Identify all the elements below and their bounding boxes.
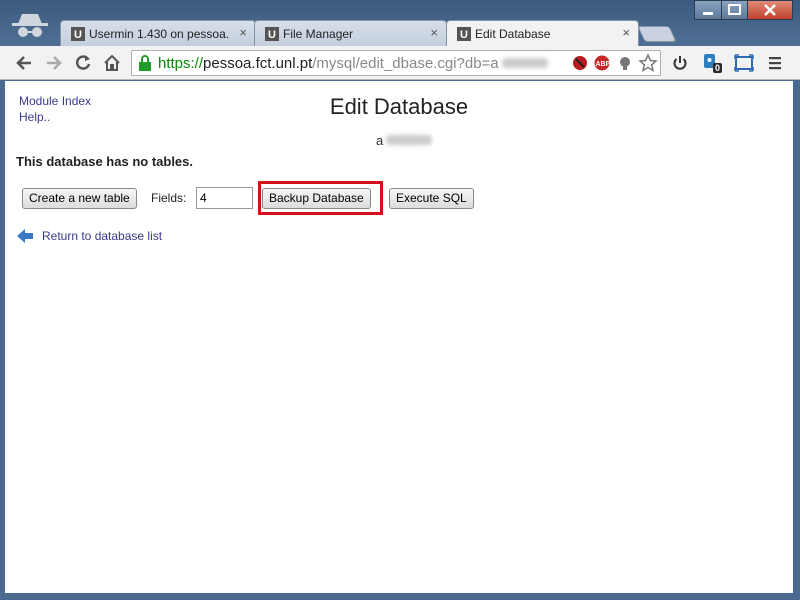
blocked-icon[interactable] — [572, 55, 588, 71]
adblock-icon[interactable]: ABP — [594, 55, 610, 71]
maximize-icon — [728, 4, 741, 15]
close-icon — [764, 4, 776, 16]
svg-text:U: U — [268, 29, 276, 41]
execute-sql-button[interactable]: Execute SQL — [389, 188, 474, 209]
back-icon[interactable] — [14, 53, 34, 73]
title-bar: U Usermin 1.430 on pessoa. × U File Mana… — [0, 0, 800, 47]
fields-input[interactable] — [196, 187, 253, 209]
star-icon[interactable] — [638, 53, 658, 73]
lock-icon — [139, 55, 151, 71]
url-text: https://pessoa.fct.unl.pt/mysql/edit_dba… — [158, 55, 548, 72]
home-icon[interactable] — [102, 53, 122, 73]
close-window-button[interactable] — [747, 0, 793, 20]
highlight-box — [258, 181, 383, 215]
tab-edit-database[interactable]: U Edit Database × — [446, 20, 639, 47]
browser-window: U Usermin 1.430 on pessoa. × U File Mana… — [0, 0, 800, 600]
url-host: pessoa.fct.unl.pt — [203, 55, 313, 72]
extension-badge-count: 0 — [713, 63, 723, 73]
return-row: Return to database list — [16, 228, 162, 249]
no-tables-message: This database has no tables. — [16, 154, 193, 169]
fullscreen-icon[interactable] — [734, 54, 754, 72]
power-icon[interactable] — [671, 54, 689, 72]
url-scheme: https:// — [158, 55, 204, 72]
usermin-favicon-icon: U — [457, 27, 471, 41]
create-table-button[interactable]: Create a new table — [22, 188, 137, 209]
close-tab-icon[interactable]: × — [239, 25, 247, 40]
return-link[interactable]: Return to database list — [42, 229, 162, 243]
usermin-favicon-icon: U — [71, 27, 85, 41]
forward-icon[interactable] — [44, 53, 64, 73]
menu-icon[interactable] — [767, 55, 783, 71]
extension-bulb-icon[interactable] — [617, 55, 633, 71]
tab-label: File Manager — [283, 27, 354, 41]
fields-label: Fields: — [151, 191, 187, 205]
tab-file-manager[interactable]: U File Manager × — [254, 20, 447, 46]
svg-text:ABP: ABP — [596, 61, 611, 68]
usermin-favicon-icon: U — [265, 27, 279, 41]
reload-icon[interactable] — [73, 53, 93, 73]
database-name-prefix: a — [376, 133, 384, 148]
tab-label: Edit Database — [475, 27, 551, 41]
minimize-icon — [703, 12, 713, 15]
page-content: Module Index Help.. Edit Database a This… — [5, 81, 793, 593]
tab-usermin[interactable]: U Usermin 1.430 on pessoa. × — [60, 20, 256, 46]
new-tab-button[interactable] — [637, 26, 677, 42]
svg-text:U: U — [74, 29, 82, 41]
url-path: /mysql/edit_dbase.cgi?db=a — [312, 55, 499, 72]
minimize-button[interactable] — [694, 0, 722, 20]
database-name: a — [376, 133, 433, 148]
page-title: Edit Database — [329, 94, 469, 119]
back-arrow-icon[interactable] — [16, 228, 34, 244]
redacted-text — [501, 58, 548, 68]
tab-label: Usermin 1.430 on pessoa. — [89, 27, 229, 41]
extension-badge-icon[interactable]: 0 — [702, 53, 726, 77]
incognito-icon — [12, 14, 48, 37]
svg-text:U: U — [460, 29, 468, 41]
maximize-button[interactable] — [721, 0, 748, 20]
close-tab-icon[interactable]: × — [430, 25, 438, 40]
redacted-text — [386, 135, 433, 145]
close-tab-icon[interactable]: × — [622, 25, 630, 40]
